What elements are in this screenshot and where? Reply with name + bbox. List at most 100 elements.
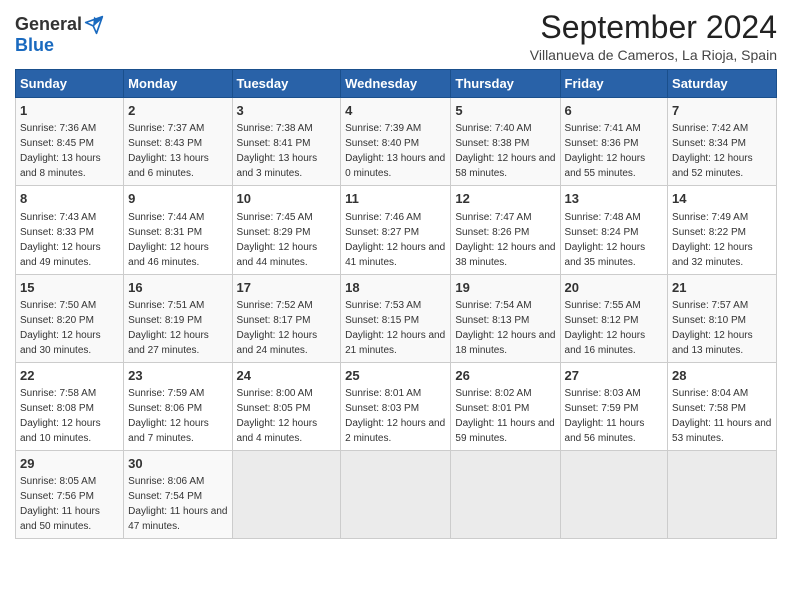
calendar-header-row: SundayMondayTuesdayWednesdayThursdayFrid… [16, 70, 777, 98]
calendar-cell: 22Sunrise: 7:58 AMSunset: 8:08 PMDayligh… [16, 362, 124, 450]
location-subtitle: Villanueva de Cameros, La Rioja, Spain [530, 47, 777, 63]
day-number: 2 [128, 102, 227, 120]
col-header-wednesday: Wednesday [341, 70, 451, 98]
day-number: 19 [455, 279, 555, 297]
day-info: Sunrise: 8:06 AMSunset: 7:54 PMDaylight:… [128, 474, 227, 534]
day-info: Sunrise: 8:01 AMSunset: 8:03 PMDaylight:… [345, 386, 446, 446]
calendar-cell: 15Sunrise: 7:50 AMSunset: 8:20 PMDayligh… [16, 274, 124, 362]
calendar-cell: 5Sunrise: 7:40 AMSunset: 8:38 PMDaylight… [451, 98, 560, 186]
day-number: 24 [237, 367, 337, 385]
day-number: 18 [345, 279, 446, 297]
col-header-saturday: Saturday [668, 70, 777, 98]
day-info: Sunrise: 8:00 AMSunset: 8:05 PMDaylight:… [237, 386, 337, 446]
day-info: Sunrise: 7:42 AMSunset: 8:34 PMDaylight:… [672, 121, 772, 181]
day-info: Sunrise: 7:44 AMSunset: 8:31 PMDaylight:… [128, 210, 227, 270]
day-number: 16 [128, 279, 227, 297]
day-number: 13 [565, 190, 664, 208]
day-info: Sunrise: 7:52 AMSunset: 8:17 PMDaylight:… [237, 298, 337, 358]
col-header-friday: Friday [560, 70, 668, 98]
day-number: 23 [128, 367, 227, 385]
day-info: Sunrise: 7:40 AMSunset: 8:38 PMDaylight:… [455, 121, 555, 181]
calendar-cell: 11 Sunrise: 7:46 AMSunset: 8:27 PMDayligh… [341, 186, 451, 274]
calendar-cell [668, 450, 777, 538]
day-number: 11 [345, 190, 446, 208]
day-info: Sunrise: 8:03 AMSunset: 7:59 PMDaylight:… [565, 386, 664, 446]
day-info: Sunrise: 7:55 AMSunset: 8:12 PMDaylight:… [565, 298, 664, 358]
day-number: 28 [672, 367, 772, 385]
day-info: Sunrise: 7:51 AMSunset: 8:19 PMDaylight:… [128, 298, 227, 358]
day-number: 10 [237, 190, 337, 208]
day-info: Sunrise: 8:05 AMSunset: 7:56 PMDaylight:… [20, 474, 119, 534]
day-info: Sunrise: 8:02 AMSunset: 8:01 PMDaylight:… [455, 386, 555, 446]
calendar-cell: 9 Sunrise: 7:44 AMSunset: 8:31 PMDaylight… [124, 186, 232, 274]
day-info: Sunrise: 7:58 AMSunset: 8:08 PMDaylight:… [20, 386, 119, 446]
col-header-sunday: Sunday [16, 70, 124, 98]
day-number: 3 [237, 102, 337, 120]
calendar-cell: 17Sunrise: 7:52 AMSunset: 8:17 PMDayligh… [232, 274, 341, 362]
title-block: September 2024 Villanueva de Cameros, La… [530, 10, 777, 63]
calendar-cell: 30Sunrise: 8:06 AMSunset: 7:54 PMDayligh… [124, 450, 232, 538]
day-info: Sunrise: 7:38 AMSunset: 8:41 PMDaylight:… [237, 121, 337, 181]
calendar-table: SundayMondayTuesdayWednesdayThursdayFrid… [15, 69, 777, 539]
week-row-2: 8Sunrise: 7:43 AMSunset: 8:33 PMDaylight… [16, 186, 777, 274]
calendar-cell: 10 Sunrise: 7:45 AMSunset: 8:29 PMDayligh… [232, 186, 341, 274]
calendar-cell: 29Sunrise: 8:05 AMSunset: 7:56 PMDayligh… [16, 450, 124, 538]
calendar-cell: 20Sunrise: 7:55 AMSunset: 8:12 PMDayligh… [560, 274, 668, 362]
col-header-tuesday: Tuesday [232, 70, 341, 98]
day-number: 25 [345, 367, 446, 385]
calendar-cell: 1Sunrise: 7:36 AMSunset: 8:45 PMDaylight… [16, 98, 124, 186]
logo: General Blue [15, 14, 104, 56]
day-info: Sunrise: 7:54 AMSunset: 8:13 PMDaylight:… [455, 298, 555, 358]
col-header-thursday: Thursday [451, 70, 560, 98]
day-number: 9 [128, 190, 227, 208]
calendar-cell: 12Sunrise: 7:47 AMSunset: 8:26 PMDayligh… [451, 186, 560, 274]
day-number: 20 [565, 279, 664, 297]
day-number: 26 [455, 367, 555, 385]
calendar-cell [560, 450, 668, 538]
calendar-cell: 19Sunrise: 7:54 AMSunset: 8:13 PMDayligh… [451, 274, 560, 362]
col-header-monday: Monday [124, 70, 232, 98]
week-row-5: 29Sunrise: 8:05 AMSunset: 7:56 PMDayligh… [16, 450, 777, 538]
calendar-cell: 26Sunrise: 8:02 AMSunset: 8:01 PMDayligh… [451, 362, 560, 450]
calendar-cell: 25Sunrise: 8:01 AMSunset: 8:03 PMDayligh… [341, 362, 451, 450]
calendar-cell: 28Sunrise: 8:04 AMSunset: 7:58 PMDayligh… [668, 362, 777, 450]
calendar-cell: 13 Sunrise: 7:48 AMSunset: 8:24 PMDayligh… [560, 186, 668, 274]
day-info: Sunrise: 8:04 AMSunset: 7:58 PMDaylight:… [672, 386, 772, 446]
day-number: 12 [455, 190, 555, 208]
logo-general-text: General [15, 14, 82, 35]
day-info: Sunrise: 7:45 AMSunset: 8:29 PMDaylight:… [237, 210, 337, 270]
day-number: 21 [672, 279, 772, 297]
calendar-cell: 18Sunrise: 7:53 AMSunset: 8:15 PMDayligh… [341, 274, 451, 362]
day-number: 6 [565, 102, 664, 120]
day-info: Sunrise: 7:50 AMSunset: 8:20 PMDaylight:… [20, 298, 119, 358]
calendar-cell: 3Sunrise: 7:38 AMSunset: 8:41 PMDaylight… [232, 98, 341, 186]
calendar-cell: 6Sunrise: 7:41 AMSunset: 8:36 PMDaylight… [560, 98, 668, 186]
day-info: Sunrise: 7:59 AMSunset: 8:06 PMDaylight:… [128, 386, 227, 446]
day-number: 30 [128, 455, 227, 473]
calendar-cell: 14 Sunrise: 7:49 AMSunset: 8:22 PMDayligh… [668, 186, 777, 274]
calendar-cell [232, 450, 341, 538]
day-number: 1 [20, 102, 119, 120]
week-row-4: 22Sunrise: 7:58 AMSunset: 8:08 PMDayligh… [16, 362, 777, 450]
day-info: Sunrise: 7:57 AMSunset: 8:10 PMDaylight:… [672, 298, 772, 358]
week-row-1: 1Sunrise: 7:36 AMSunset: 8:45 PMDaylight… [16, 98, 777, 186]
calendar-cell: 8Sunrise: 7:43 AMSunset: 8:33 PMDaylight… [16, 186, 124, 274]
day-number: 22 [20, 367, 119, 385]
calendar-cell: 21Sunrise: 7:57 AMSunset: 8:10 PMDayligh… [668, 274, 777, 362]
day-number: 17 [237, 279, 337, 297]
month-title: September 2024 [530, 10, 777, 45]
day-info: Sunrise: 7:37 AMSunset: 8:43 PMDaylight:… [128, 121, 227, 181]
day-info: Sunrise: 7:49 AMSunset: 8:22 PMDaylight:… [672, 210, 772, 270]
day-info: Sunrise: 7:46 AMSunset: 8:27 PMDaylight:… [345, 210, 446, 270]
day-number: 14 [672, 190, 772, 208]
calendar-cell: 7Sunrise: 7:42 AMSunset: 8:34 PMDaylight… [668, 98, 777, 186]
calendar-cell: 24Sunrise: 8:00 AMSunset: 8:05 PMDayligh… [232, 362, 341, 450]
day-number: 27 [565, 367, 664, 385]
calendar-cell: 4Sunrise: 7:39 AMSunset: 8:40 PMDaylight… [341, 98, 451, 186]
day-info: Sunrise: 7:43 AMSunset: 8:33 PMDaylight:… [20, 210, 119, 270]
day-info: Sunrise: 7:48 AMSunset: 8:24 PMDaylight:… [565, 210, 664, 270]
day-info: Sunrise: 7:39 AMSunset: 8:40 PMDaylight:… [345, 121, 446, 181]
calendar-cell [451, 450, 560, 538]
week-row-3: 15Sunrise: 7:50 AMSunset: 8:20 PMDayligh… [16, 274, 777, 362]
day-number: 4 [345, 102, 446, 120]
